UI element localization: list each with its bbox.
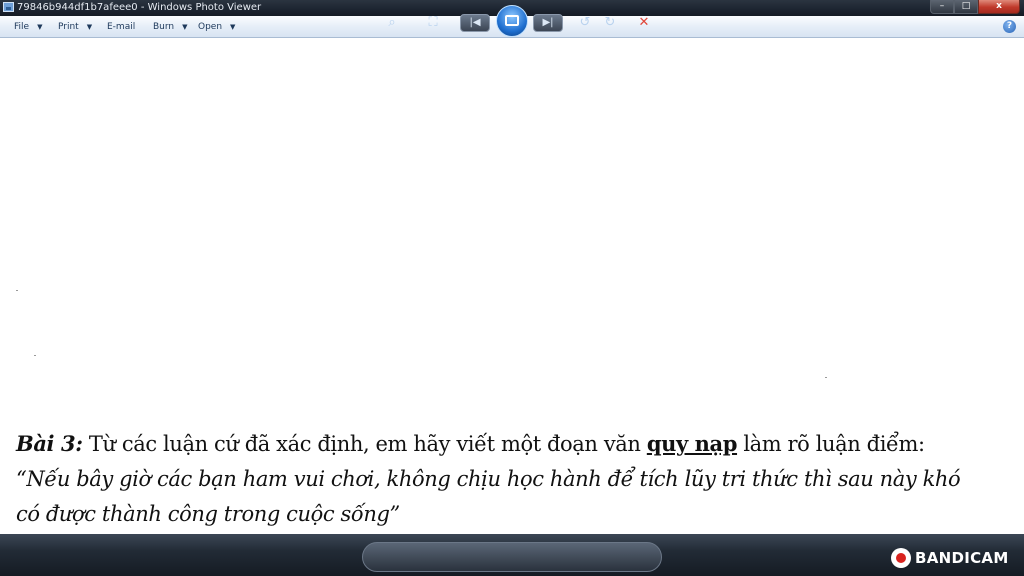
rotate-counterclockwise-icon[interactable]: ↺ — [575, 13, 595, 33]
control-bar — [0, 534, 1024, 576]
menu-print-label: Print — [58, 22, 79, 32]
chevron-down-icon: ▼ — [182, 23, 188, 31]
maximize-button[interactable]: □ — [954, 0, 978, 14]
actual-size-icon[interactable]: ⛶ — [423, 13, 443, 33]
slideshow-icon — [505, 15, 519, 26]
chevron-down-icon: ▼ — [230, 23, 236, 31]
chevron-down-icon: ▼ — [86, 23, 93, 31]
minimize-button[interactable]: – — [930, 0, 954, 14]
menu-open-label: Open — [198, 22, 223, 32]
window-title: 79846b944df1b7afeee0 - Windows Photo Vie… — [17, 2, 262, 13]
help-icon[interactable]: ? — [1003, 20, 1016, 33]
image-view-area: Bài 3: Từ các luận cứ đã xác định, em hã… — [0, 38, 1024, 534]
menu-file[interactable]: File ▼ — [14, 16, 42, 38]
exercise-text-after: làm rõ luận điểm: — [737, 432, 925, 456]
menu-email-label: E-mail — [107, 22, 136, 32]
exercise-keyword: quy nạp — [646, 431, 738, 456]
control-bar-glass — [362, 542, 662, 572]
menu-burn-label: Burn — [153, 22, 175, 32]
close-button[interactable]: x — [978, 0, 1020, 14]
previous-button[interactable]: |◀ — [460, 14, 490, 32]
menu-print[interactable]: Print ▼ — [58, 16, 92, 38]
quote-line-1: “Nếu bây giờ các bạn ham vui chơi, không… — [16, 467, 961, 491]
delete-icon[interactable]: ✕ — [634, 13, 654, 33]
record-icon — [891, 548, 911, 568]
bandicam-watermark: BANDICAM — [891, 546, 1009, 570]
quote-line-2: có được thành công trong cuộc sống” — [16, 502, 400, 526]
slideshow-button[interactable] — [496, 5, 528, 37]
image-speck — [34, 355, 36, 356]
next-button[interactable]: ▶| — [533, 14, 563, 32]
exercise-line: Bài 3: Từ các luận cứ đã xác định, em hã… — [16, 426, 1016, 462]
rotate-clockwise-icon[interactable]: ↻ — [600, 13, 620, 33]
photo-viewer-app-icon — [3, 2, 14, 12]
menu-burn[interactable]: Burn ▼ — [153, 16, 188, 38]
zoom-icon[interactable]: ⌕ — [382, 13, 402, 33]
chevron-down-icon: ▼ — [37, 23, 43, 31]
exercise-label: Bài 3: — [16, 431, 83, 456]
image-speck — [825, 377, 827, 378]
menu-email[interactable]: E-mail — [107, 16, 135, 38]
bandicam-text: BANDICAM — [915, 549, 1009, 567]
document-text: Bài 3: Từ các luận cứ đã xác định, em hã… — [16, 426, 1016, 532]
exercise-text-before: Từ các luận cứ đã xác định, em hãy viết … — [82, 432, 647, 456]
menu-file-label: File — [14, 22, 30, 32]
image-speck — [16, 290, 18, 291]
window-controls: – □ x — [930, 0, 1020, 14]
menu-open[interactable]: Open ▼ — [198, 16, 235, 38]
